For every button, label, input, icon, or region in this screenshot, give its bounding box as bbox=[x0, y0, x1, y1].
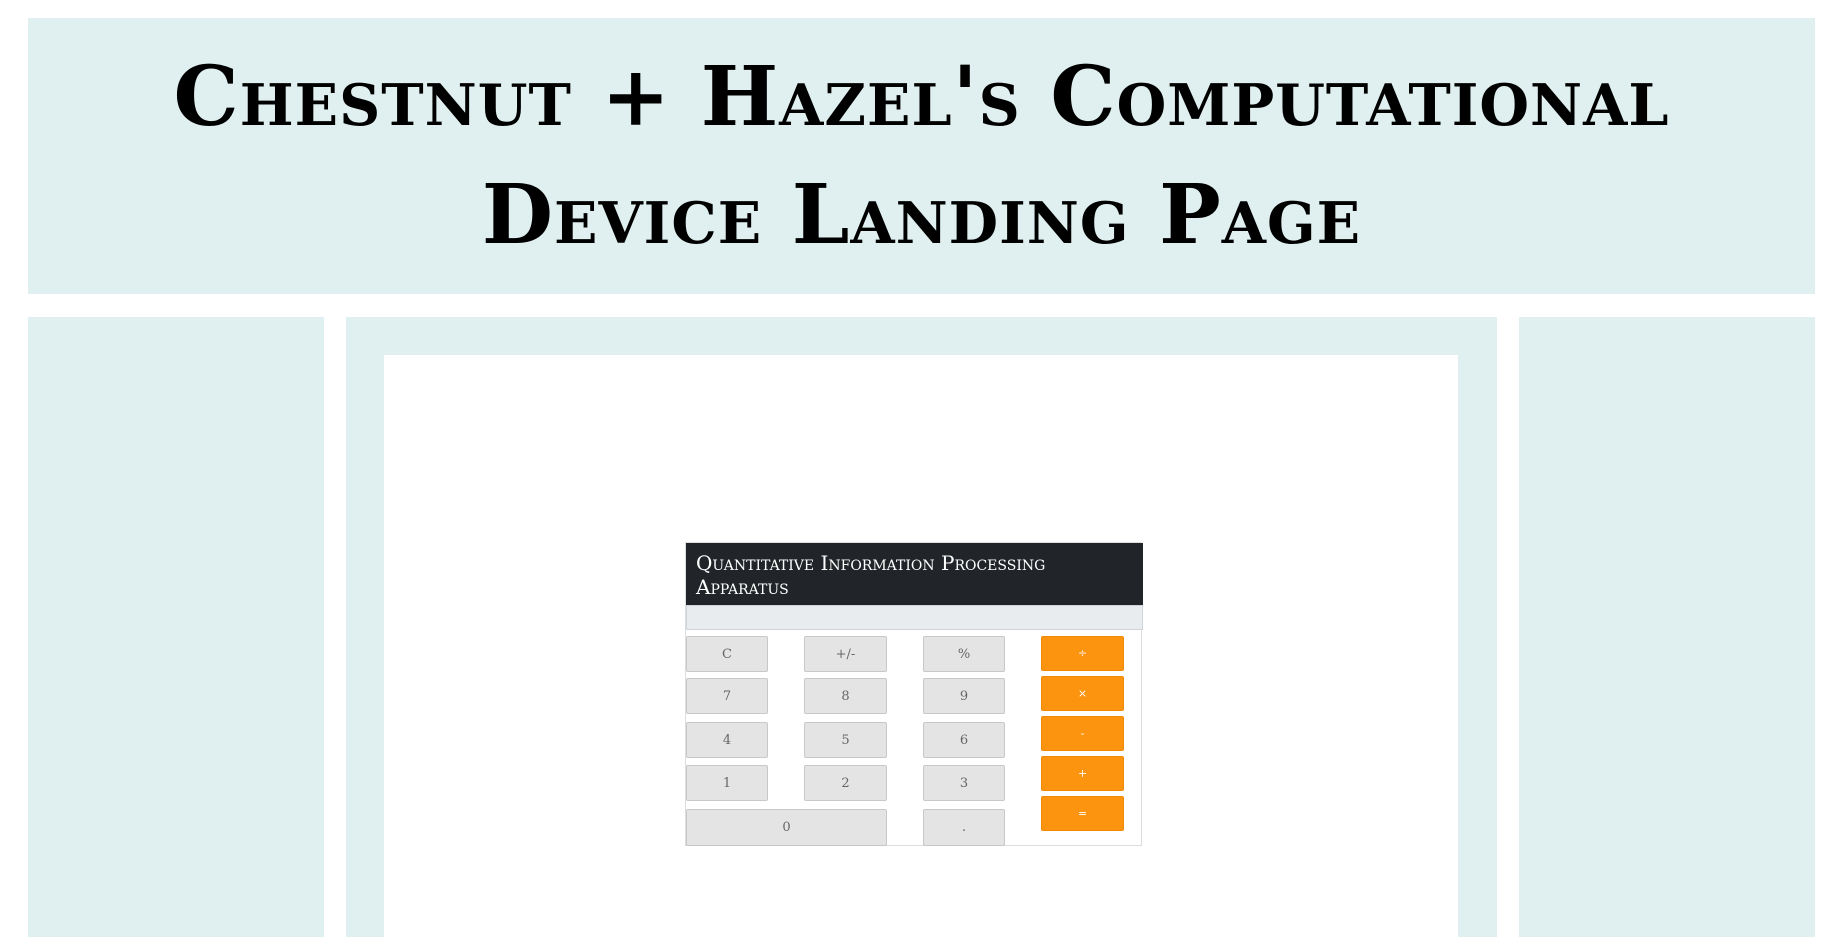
right-column bbox=[1519, 317, 1815, 937]
left-column bbox=[28, 317, 324, 937]
subtract-button[interactable]: - bbox=[1041, 716, 1124, 751]
decimal-button[interactable]: . bbox=[923, 809, 1005, 846]
key-0-button[interactable]: 0 bbox=[686, 809, 887, 846]
key-2-button[interactable]: 2 bbox=[804, 765, 887, 801]
divide-button[interactable]: ÷ bbox=[1041, 636, 1124, 671]
key-7-button[interactable]: 7 bbox=[686, 678, 768, 714]
key-1-button[interactable]: 1 bbox=[686, 765, 768, 801]
calculator: Quantitative Information Processing Appa… bbox=[685, 542, 1143, 846]
key-5-button[interactable]: 5 bbox=[804, 722, 887, 758]
clear-button[interactable]: C bbox=[686, 636, 768, 672]
equals-button[interactable]: = bbox=[1041, 796, 1124, 831]
add-button[interactable]: + bbox=[1041, 756, 1124, 791]
key-4-button[interactable]: 4 bbox=[686, 722, 768, 758]
key-8-button[interactable]: 8 bbox=[804, 678, 887, 714]
percent-button[interactable]: % bbox=[923, 636, 1005, 672]
key-3-button[interactable]: 3 bbox=[923, 765, 1005, 801]
calculator-display bbox=[686, 605, 1143, 630]
key-9-button[interactable]: 9 bbox=[923, 678, 1005, 714]
page-title: Chestnut + Hazel's Computational Device … bbox=[173, 49, 1670, 263]
key-6-button[interactable]: 6 bbox=[923, 722, 1005, 758]
page-header: Chestnut + Hazel's Computational Device … bbox=[28, 18, 1815, 294]
sign-toggle-button[interactable]: +/- bbox=[804, 636, 887, 672]
calculator-title: Quantitative Information Processing Appa… bbox=[686, 543, 1143, 605]
multiply-button[interactable]: × bbox=[1041, 676, 1124, 711]
